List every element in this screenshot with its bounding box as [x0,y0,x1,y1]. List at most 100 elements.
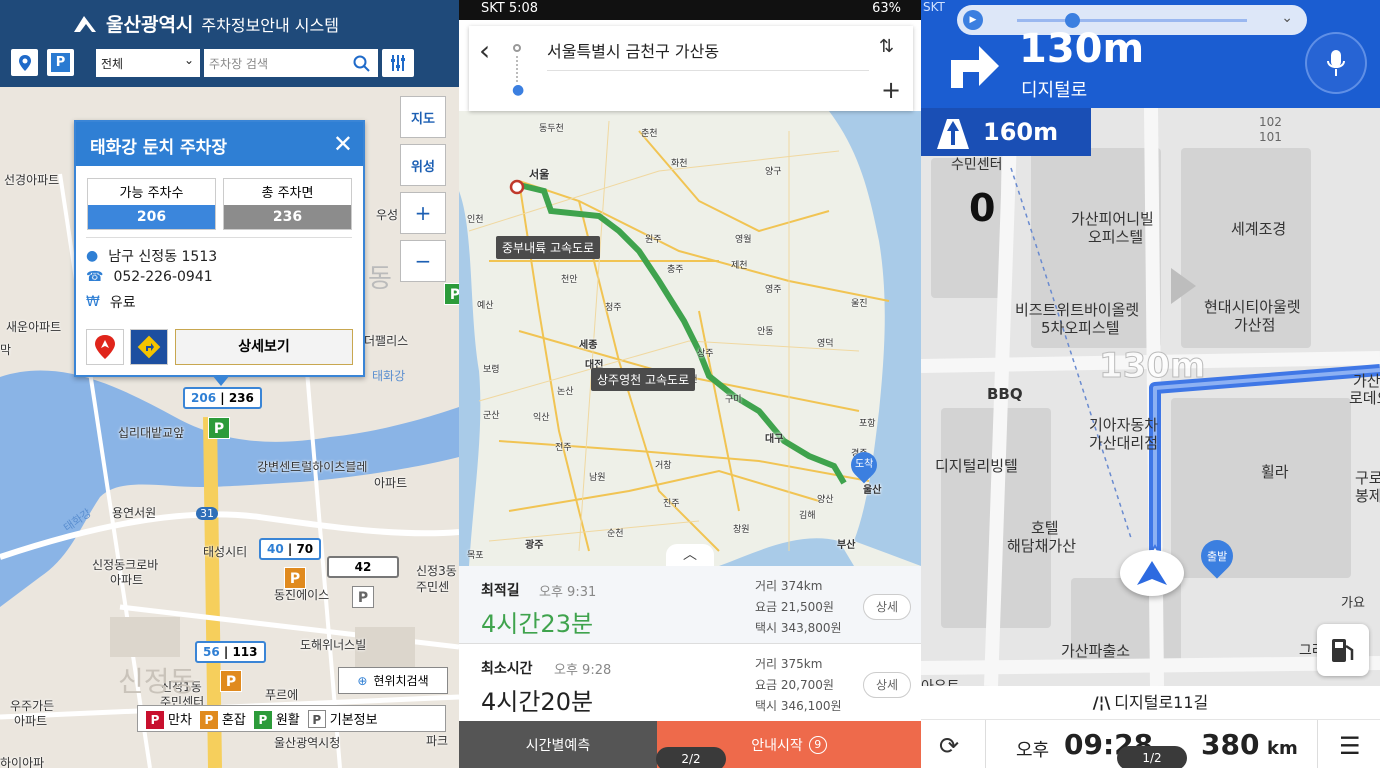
legend-busy: P 혼잡 [199,709,246,729]
zoom-out-button[interactable]: − [400,240,446,282]
route-distance: 거리 374km [755,579,823,593]
vehicle-position [1120,550,1184,596]
address-text: 남구 신정동 1513 [108,249,218,265]
map-label: 남원 [589,473,606,483]
map-label: 세종 [579,340,598,351]
highway-label: 상주영천 고속도로 [591,368,696,391]
reroute-icon[interactable]: ⟳ [939,732,959,760]
address-row: ● 남구 신정동 1513 [86,246,217,266]
satellite-view-label: 위성 [411,159,435,175]
fuel-station-button[interactable] [1317,624,1369,676]
origin-field[interactable]: 서울특별시 금천구 가산동 [547,38,719,62]
won-icon: ₩ [86,294,100,310]
start-guidance-label: 안내시작 [751,737,803,754]
highway-label: 중부내륙 고속도로 [496,236,601,259]
route-option-card[interactable]: 최소시간 오후 9:28 4시간20분 거리 375km 요금 20,700원 … [459,644,921,722]
parking-marker-green[interactable]: P [444,283,459,305]
navigate-map-button[interactable] [86,329,124,365]
close-icon[interactable]: ✕ [333,130,353,158]
swap-icon[interactable]: ⇅ [879,36,894,57]
expand-up-icon[interactable]: ︿ [666,544,714,566]
route-option-card[interactable]: 최적길 오후 9:31 4시간23분 거리 374km 요금 21,500원 택… [459,566,921,644]
map-label: 양구 [765,167,782,177]
parking-marker-green[interactable]: P [208,417,230,439]
map-label: 목포 [467,551,484,561]
legend-label: 원활 [275,712,300,728]
parking-filter-button[interactable]: P [47,49,74,76]
route-detail-button[interactable]: 상세 [863,672,911,698]
legend-swatch: P [307,710,326,728]
add-stop-icon[interactable]: + [881,76,901,104]
parking-marker-count[interactable]: 40 | 70 [259,538,322,560]
menu-icon[interactable]: ☰ [1339,732,1361,760]
parking-search-input[interactable]: 주차장 검색 [204,49,378,77]
map-label: 천안 [561,275,578,285]
marker-available: 56 [203,645,220,659]
marker-total: 70 [296,542,314,556]
map-view-button[interactable]: 지도 [400,96,446,138]
route-name: 최소시간 [481,661,533,677]
map-pin-icon [18,54,31,71]
map-label: 태성시티 [203,545,248,559]
parking-marker-orange[interactable]: P [220,670,242,692]
route-guide-button[interactable] [130,329,168,365]
category-select[interactable]: 전체 ⌄ [96,49,200,77]
voice-command-button[interactable] [1307,34,1365,92]
map-label: 가산파출소 [1061,642,1131,660]
map-label: 거창 [655,461,672,471]
time-prediction-button[interactable]: 시간별예측 [459,721,657,768]
directions-icon [137,335,161,359]
map-label: 선경아파트 [4,173,60,187]
route-name: 최적길 [481,583,520,599]
zoom-in-button[interactable]: + [400,192,446,234]
arrival-time-prefix: 오후 [1016,740,1050,761]
chevron-down-icon[interactable]: ⌄ [1281,10,1293,26]
marker-total: 113 [232,645,258,659]
parking-marker-orange[interactable]: P [284,567,306,589]
phone-text: 052-226-0941 [113,269,213,285]
legend-full: P 만차 [146,709,192,729]
current-location-search-button[interactable]: ⊕ 현위치검색 [338,667,448,694]
map-label: 가산점 [1234,316,1276,334]
parking-marker-basic[interactable]: P [352,586,374,608]
map-label: 동 [368,264,392,294]
legend-label: 혼잡 [221,712,246,728]
map-label: 춘천 [641,129,658,139]
carrier: SKT [481,1,505,16]
parking-marker-count[interactable]: 56 | 113 [195,641,266,663]
map-label: 울산광역시청 [274,736,341,750]
map-label: 신정동 [118,665,196,698]
current-road-bar: /¦\ 디지털로11길 [921,686,1380,720]
search-icon[interactable] [353,55,370,72]
satellite-view-button[interactable]: 위성 [400,144,446,186]
turn-distance: 130m [1019,26,1145,72]
map-label: 막 [0,343,12,357]
start-pin-label: 출발 [1206,550,1228,563]
parking-icon: P [51,53,70,72]
map-label: 강변센트럴하이츠블레 [257,460,368,474]
map-label: 서울 [529,168,550,181]
parking-marker-count[interactable]: 42 [327,556,399,578]
settings-button[interactable] [382,49,414,77]
marker-total: 42 [354,560,372,574]
map-label: 봉제 [1355,487,1380,505]
page-indicator: 2/2 [656,747,726,768]
route-detail-button[interactable]: 상세 [863,594,911,620]
map-label: 김해 [799,511,816,521]
popup-pointer [212,375,230,386]
map-label: 상주 [697,349,714,359]
sliders-icon [391,55,405,71]
map-label: 새운아파트 [6,320,62,334]
seek-track [1017,19,1247,22]
play-icon[interactable]: ▶ [963,10,983,30]
route-overview-panel: SKT 5:08 63% ‹ ● 서울특별시 금천구 가산동 ⇅ + 동두천 춘천… [459,0,921,768]
current-speed: 0 [969,186,996,230]
route-distance: 거리 375km [755,657,823,671]
detail-view-button[interactable]: 상세보기 [175,329,353,365]
back-arrow-icon[interactable]: ‹ [479,34,490,67]
ulsan-logo-icon [74,15,96,32]
navi-pin-icon [95,335,115,359]
parking-marker-count[interactable]: 206 | 236 [183,387,262,409]
location-filter-button[interactable] [11,49,38,76]
countdown-badge: 9 [808,735,827,754]
